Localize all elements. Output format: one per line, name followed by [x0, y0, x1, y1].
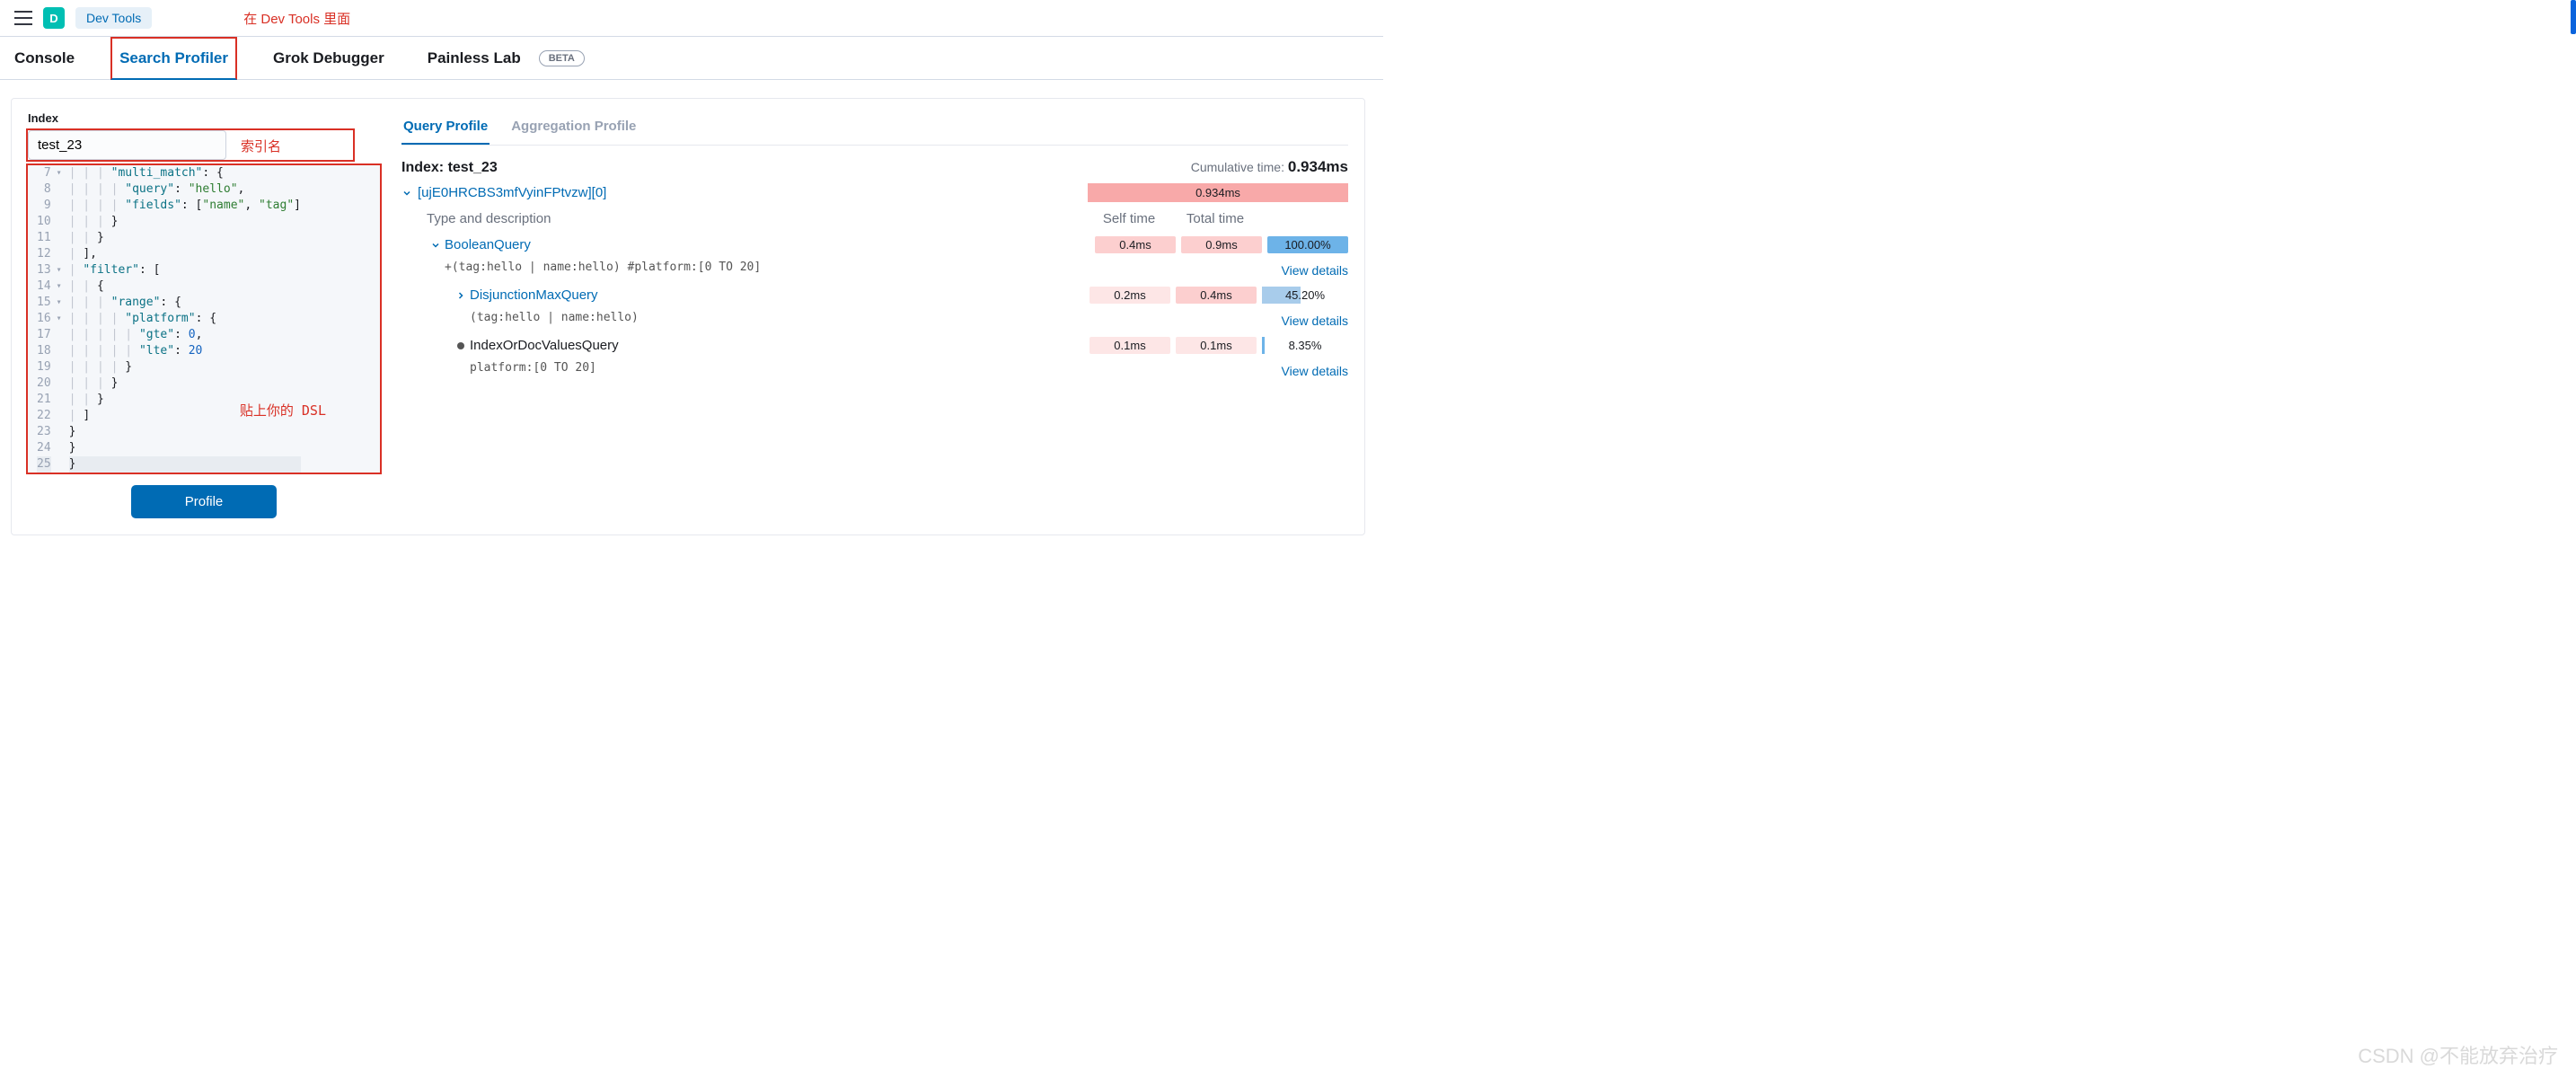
query-row: IndexOrDocValuesQuery 0.1ms 0.1ms 8.35%: [401, 334, 1348, 357]
annotation-top: 在 Dev Tools 里面: [243, 9, 350, 28]
annotation-dsl: 贴上你的 DSL: [240, 402, 326, 419]
tab-search-profiler[interactable]: Search Profiler: [110, 37, 237, 80]
dsl-editor[interactable]: 贴上你的 DSL 7891011121314151617181920212223…: [28, 165, 380, 473]
query-description: +(tag:hello | name:hello) #platform:[0 T…: [445, 259, 1258, 281]
view-details-link[interactable]: View details: [1258, 263, 1348, 278]
query-name: IndexOrDocValuesQuery: [470, 338, 1084, 353]
query-row: DisjunctionMaxQuery 0.2ms 0.4ms 45.20%: [401, 284, 1348, 306]
self-time: 0.1ms: [1090, 337, 1170, 354]
query-desc-row: (tag:hello | name:hello) View details: [401, 306, 1348, 334]
chevron-right-icon: [455, 290, 466, 301]
annotation-index: 索引名: [241, 137, 281, 155]
th-total-time: Total time: [1172, 211, 1258, 226]
watermark: CSDN @不能放弃治疗: [2358, 1040, 2558, 1069]
total-time: 0.1ms: [1176, 337, 1257, 354]
query-description: platform:[0 TO 20]: [470, 359, 1258, 382]
app-avatar[interactable]: D: [43, 7, 65, 29]
th-type: Type and description: [427, 211, 551, 226]
page-accent: [2571, 0, 2576, 34]
query-desc-row: platform:[0 TO 20] View details: [401, 357, 1348, 384]
expand-toggle[interactable]: [452, 290, 470, 301]
shard-time-bar: 0.934ms: [1088, 183, 1348, 202]
result-index-title: Index: test_23: [401, 160, 498, 176]
query-name[interactable]: BooleanQuery: [445, 237, 1090, 252]
query-description: (tag:hello | name:hello): [470, 309, 1258, 331]
subtab-aggregation-profile[interactable]: Aggregation Profile: [509, 111, 638, 145]
chevron-down-icon: [430, 240, 441, 251]
bullet-icon: [457, 342, 464, 349]
query-row: BooleanQuery 0.4ms 0.9ms 100.00%: [401, 234, 1348, 256]
expand-toggle[interactable]: [427, 240, 445, 251]
index-input[interactable]: [28, 130, 226, 160]
view-details-link[interactable]: View details: [1258, 364, 1348, 378]
query-desc-row: +(tag:hello | name:hello) #platform:[0 T…: [401, 256, 1348, 284]
shard-toggle[interactable]: [ujE0HRCBS3mfVyinFPtvzw][0]: [401, 185, 606, 200]
result-subtabs: Query Profile Aggregation Profile: [401, 111, 1348, 146]
total-time: 0.4ms: [1176, 287, 1257, 304]
self-time: 0.2ms: [1090, 287, 1170, 304]
result-table-header: Type and description Self time Total tim…: [401, 211, 1348, 234]
menu-icon[interactable]: [14, 11, 32, 25]
subtab-query-profile[interactable]: Query Profile: [401, 111, 490, 145]
index-label: Index: [28, 111, 380, 125]
pct-bar: 45.20%: [1262, 287, 1348, 304]
tab-painless-lab[interactable]: Painless Lab: [420, 39, 528, 78]
query-name[interactable]: DisjunctionMaxQuery: [470, 287, 1084, 303]
profile-button[interactable]: Profile: [131, 485, 278, 518]
beta-badge: BETA: [539, 50, 585, 66]
self-time: 0.4ms: [1095, 236, 1176, 253]
profiler-panel: Index 索引名 贴上你的 DSL 789101112131415161718…: [11, 98, 1365, 535]
th-spacer: [1258, 211, 1348, 226]
tab-console[interactable]: Console: [7, 39, 82, 78]
view-details-link[interactable]: View details: [1258, 314, 1348, 328]
top-bar: D Dev Tools 在 Dev Tools 里面: [0, 0, 1383, 37]
cumulative-time: Cumulative time: 0.934ms: [1191, 158, 1348, 176]
tool-tabs: Console Search Profiler Grok Debugger Pa…: [0, 37, 1383, 80]
total-time: 0.9ms: [1181, 236, 1262, 253]
th-self-time: Self time: [1086, 211, 1172, 226]
tab-grok-debugger[interactable]: Grok Debugger: [266, 39, 392, 78]
breadcrumb[interactable]: Dev Tools: [75, 7, 152, 29]
pct-bar: 8.35%: [1262, 337, 1348, 354]
chevron-down-icon: [401, 188, 412, 199]
expand-toggle: [452, 342, 470, 349]
pct-bar: 100.00%: [1267, 236, 1348, 253]
